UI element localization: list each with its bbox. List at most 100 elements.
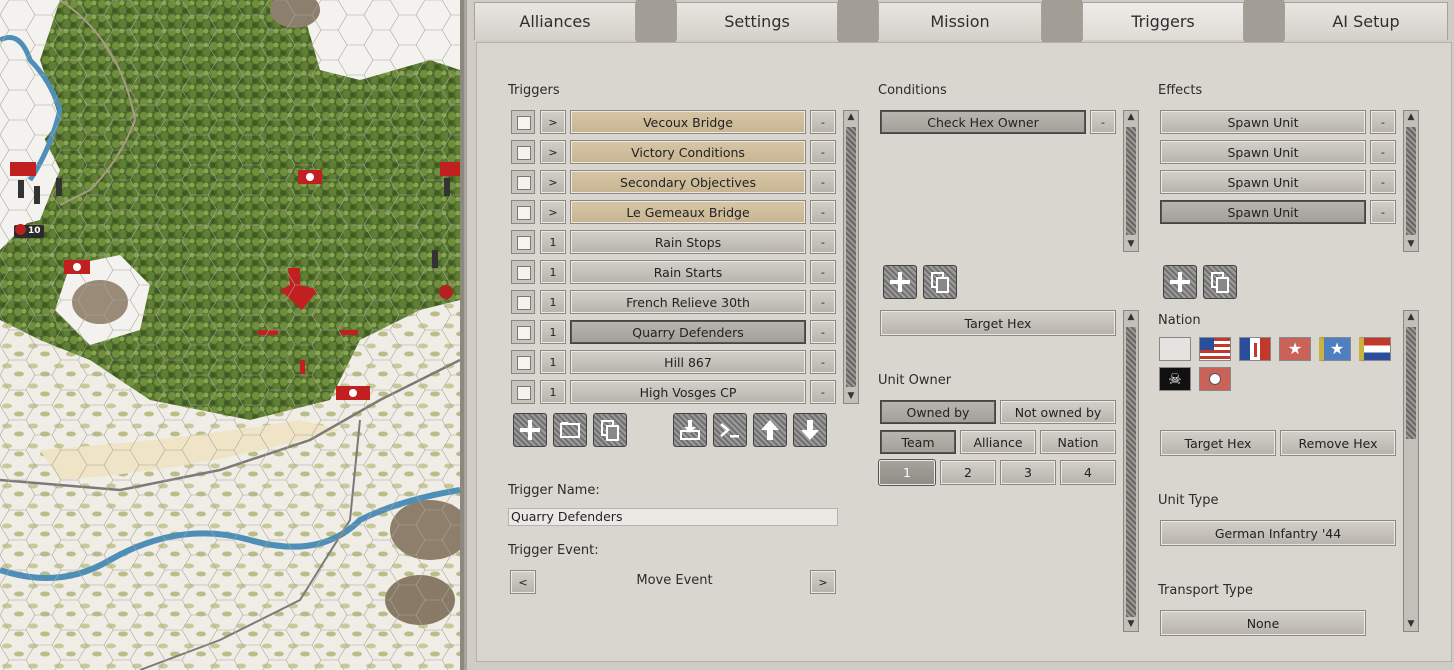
- trigger-remove-button[interactable]: -: [810, 350, 836, 374]
- team-4-button[interactable]: 4: [1060, 460, 1116, 485]
- condition-item-button[interactable]: Check Hex Owner: [880, 110, 1086, 134]
- scroll-up-icon[interactable]: ▲: [844, 111, 858, 124]
- folder-trigger-button[interactable]: [553, 413, 587, 447]
- owner-nation-button[interactable]: Nation: [1040, 430, 1116, 454]
- hex-map[interactable]: 10: [0, 0, 460, 670]
- effect-item-button[interactable]: Spawn Unit: [1160, 170, 1366, 194]
- trigger-expand-button[interactable]: >: [540, 140, 566, 164]
- trigger-checkbox[interactable]: [511, 230, 535, 254]
- trigger-checkbox[interactable]: [511, 350, 535, 374]
- scroll-down-icon[interactable]: ▼: [1404, 618, 1418, 631]
- effects-scrollbar[interactable]: ▲ ▼: [1403, 110, 1419, 252]
- team-1-button[interactable]: 1: [878, 459, 936, 486]
- scroll-up-icon[interactable]: ▲: [1404, 111, 1418, 124]
- trigger-remove-button[interactable]: -: [810, 230, 836, 254]
- scroll-up-icon[interactable]: ▲: [1124, 111, 1138, 124]
- move-trigger-up-button[interactable]: [753, 413, 787, 447]
- trigger-count-button[interactable]: 1: [540, 290, 566, 314]
- conditions-scrollbar[interactable]: ▲ ▼: [1123, 110, 1139, 252]
- trigger-name-button[interactable]: Rain Stops: [570, 230, 806, 254]
- trigger-name-button-selected[interactable]: Quarry Defenders: [570, 320, 806, 344]
- trigger-checkbox[interactable]: [511, 320, 535, 344]
- trigger-remove-button[interactable]: -: [810, 200, 836, 224]
- trigger-list-scrollbar[interactable]: ▲ ▼: [843, 110, 859, 404]
- trigger-checkbox[interactable]: [511, 290, 535, 314]
- effect-remove-button[interactable]: -: [1370, 110, 1396, 134]
- owned-by-button[interactable]: Owned by: [880, 400, 996, 424]
- trigger-expand-button[interactable]: >: [540, 170, 566, 194]
- effect-remove-button[interactable]: -: [1370, 200, 1396, 224]
- condition-target-hex-button[interactable]: Target Hex: [880, 310, 1116, 336]
- trigger-remove-button[interactable]: -: [810, 140, 836, 164]
- effect-item-button[interactable]: Spawn Unit: [1160, 140, 1366, 164]
- not-owned-by-button[interactable]: Not owned by: [1000, 400, 1116, 424]
- console-trigger-button[interactable]: [713, 413, 747, 447]
- trigger-expand-button[interactable]: >: [540, 200, 566, 224]
- trigger-name-button[interactable]: Vecoux Bridge: [570, 110, 806, 134]
- trigger-name-button[interactable]: Hill 867: [570, 350, 806, 374]
- flag-netherlands-icon[interactable]: [1359, 337, 1391, 361]
- scroll-down-icon[interactable]: ▼: [1404, 238, 1418, 251]
- trigger-count-button[interactable]: 1: [540, 380, 566, 404]
- trigger-remove-button[interactable]: -: [810, 260, 836, 284]
- scroll-down-icon[interactable]: ▼: [1124, 618, 1138, 631]
- trigger-remove-button[interactable]: -: [810, 110, 836, 134]
- copy-condition-button[interactable]: [923, 265, 957, 299]
- team-2-button[interactable]: 2: [940, 460, 996, 485]
- flag-skull-icon[interactable]: ☠: [1159, 367, 1191, 391]
- flag-neutral-icon[interactable]: [1159, 337, 1191, 361]
- tab-alliances[interactable]: Alliances: [474, 2, 636, 40]
- trigger-name-button[interactable]: Le Gemeaux Bridge: [570, 200, 806, 224]
- flag-usa-icon[interactable]: [1199, 337, 1231, 361]
- tab-ai-setup[interactable]: AI Setup: [1284, 2, 1448, 40]
- effect-remove-hex-button[interactable]: Remove Hex: [1280, 430, 1396, 456]
- effect-target-hex-button[interactable]: Target Hex: [1160, 430, 1276, 456]
- trigger-count-button[interactable]: 1: [540, 320, 566, 344]
- trigger-event-next-button[interactable]: >: [810, 570, 836, 594]
- tab-mission[interactable]: Mission: [878, 2, 1042, 40]
- scroll-thumb[interactable]: [1126, 327, 1136, 617]
- trigger-name-input[interactable]: Quarry Defenders: [508, 508, 838, 526]
- tab-settings[interactable]: Settings: [676, 2, 838, 40]
- owner-alliance-button[interactable]: Alliance: [960, 430, 1036, 454]
- trigger-remove-button[interactable]: -: [810, 290, 836, 314]
- trigger-checkbox[interactable]: [511, 170, 535, 194]
- scroll-thumb[interactable]: [1406, 127, 1416, 235]
- owner-team-button[interactable]: Team: [880, 430, 956, 454]
- flag-blue-star-icon[interactable]: ★: [1319, 337, 1351, 361]
- trigger-count-button[interactable]: 1: [540, 260, 566, 284]
- scroll-up-icon[interactable]: ▲: [1124, 311, 1138, 324]
- trigger-name-button[interactable]: Secondary Objectives: [570, 170, 806, 194]
- effect-remove-button[interactable]: -: [1370, 170, 1396, 194]
- unit-strength-badge[interactable]: 10: [14, 224, 44, 238]
- trigger-checkbox[interactable]: [511, 140, 535, 164]
- add-condition-button[interactable]: [883, 265, 917, 299]
- trigger-count-button[interactable]: 1: [540, 350, 566, 374]
- trigger-remove-button[interactable]: -: [810, 320, 836, 344]
- trigger-remove-button[interactable]: -: [810, 170, 836, 194]
- effect-remove-button[interactable]: -: [1370, 140, 1396, 164]
- move-trigger-down-button[interactable]: [793, 413, 827, 447]
- trigger-name-button[interactable]: High Vosges CP: [570, 380, 806, 404]
- add-trigger-button[interactable]: [513, 413, 547, 447]
- trigger-name-button[interactable]: French Relieve 30th: [570, 290, 806, 314]
- trigger-checkbox[interactable]: [511, 260, 535, 284]
- copy-effect-button[interactable]: [1203, 265, 1237, 299]
- trigger-checkbox[interactable]: [511, 110, 535, 134]
- effect-detail-scrollbar[interactable]: ▲ ▼: [1403, 310, 1419, 632]
- scroll-up-icon[interactable]: ▲: [1404, 311, 1418, 324]
- flag-germany-icon[interactable]: [1199, 367, 1231, 391]
- trigger-expand-button[interactable]: >: [540, 110, 566, 134]
- condition-detail-scrollbar[interactable]: ▲ ▼: [1123, 310, 1139, 632]
- trigger-event-prev-button[interactable]: <: [510, 570, 536, 594]
- condition-remove-button[interactable]: -: [1090, 110, 1116, 134]
- add-effect-button[interactable]: [1163, 265, 1197, 299]
- flag-red-star-icon[interactable]: ★: [1279, 337, 1311, 361]
- scroll-down-icon[interactable]: ▼: [1124, 238, 1138, 251]
- effect-item-button-selected[interactable]: Spawn Unit: [1160, 200, 1366, 224]
- trigger-checkbox[interactable]: [511, 380, 535, 404]
- unit-type-select[interactable]: German Infantry '44: [1160, 520, 1396, 546]
- scroll-down-icon[interactable]: ▼: [844, 390, 858, 403]
- team-3-button[interactable]: 3: [1000, 460, 1056, 485]
- flag-free-france-icon[interactable]: [1239, 337, 1271, 361]
